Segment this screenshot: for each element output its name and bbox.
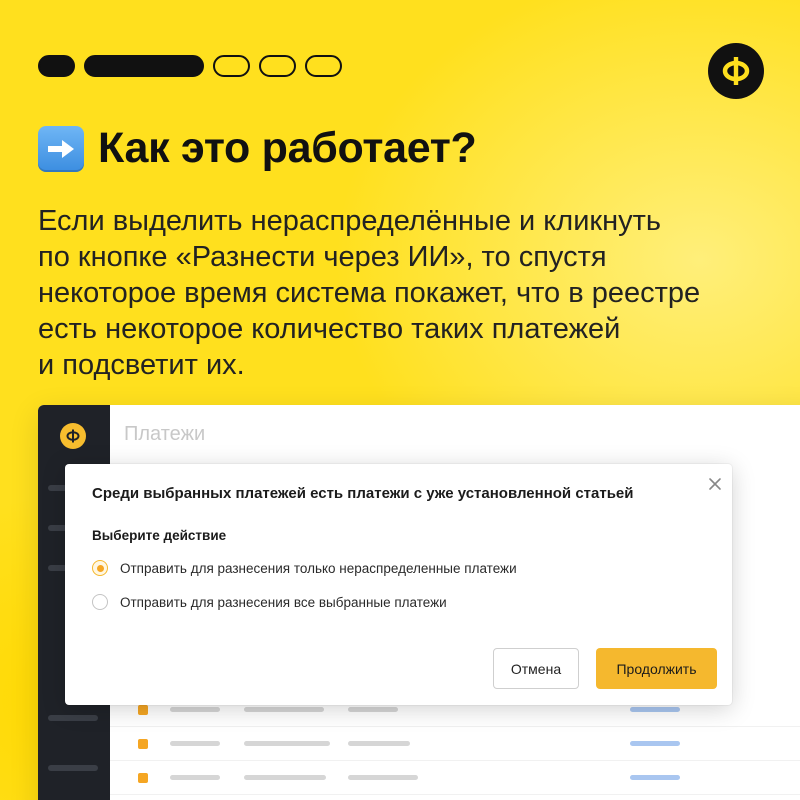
description-line: есть некоторое количество таких платежей — [38, 313, 621, 345]
continue-button[interactable]: Продолжить — [596, 648, 717, 689]
cell-counterparty — [348, 775, 418, 780]
cell-counterparty — [348, 741, 410, 746]
app-nav-item[interactable] — [48, 765, 98, 771]
app-nav-item[interactable] — [48, 715, 98, 721]
description-line: некоторое время система покажет, что в р… — [38, 277, 701, 309]
cell-date — [170, 707, 220, 712]
cell-type — [244, 707, 324, 712]
brand-logo-icon — [722, 57, 750, 85]
radio-unchecked-icon[interactable] — [92, 594, 108, 610]
dialog-title: Среди выбранных платежей есть платежи с … — [92, 485, 634, 502]
action-dialog: Среди выбранных платежей есть платежи с … — [65, 464, 732, 705]
option-label: Отправить для разнесения все выбранные п… — [120, 594, 447, 610]
status-icon — [138, 739, 148, 749]
radio-checked-icon[interactable] — [92, 560, 108, 576]
progress-step-3 — [213, 55, 250, 77]
app-logo-icon — [60, 423, 86, 449]
cell-date — [170, 775, 220, 780]
cell-link[interactable] — [630, 741, 680, 746]
description-line: и подсветит их. — [38, 349, 245, 381]
brand-logo — [708, 43, 764, 99]
option-all-selected[interactable]: Отправить для разнесения все выбранные п… — [92, 594, 447, 610]
status-icon — [138, 705, 148, 715]
table-row[interactable] — [110, 761, 800, 795]
cell-link[interactable] — [630, 775, 680, 780]
progress-step-1 — [38, 55, 75, 77]
cell-type — [244, 741, 330, 746]
heading: Как это работает? — [38, 124, 477, 173]
cell-counterparty — [348, 707, 398, 712]
progress-step-5 — [305, 55, 342, 77]
cell-type — [244, 775, 326, 780]
description-line: Если выделить нераспределённые и кликнут… — [38, 205, 662, 237]
slide-progress — [38, 55, 342, 77]
option-label: Отправить для разнесения только нераспре… — [120, 560, 517, 576]
status-icon — [138, 773, 148, 783]
close-icon[interactable] — [705, 474, 725, 494]
dialog-subtitle: Выберите действие — [92, 528, 227, 543]
page-title: Как это работает? — [98, 124, 477, 172]
description-line: по кнопке «Разнести через ИИ», то спустя — [38, 241, 607, 273]
cell-date — [170, 741, 220, 746]
right-arrow-icon — [38, 125, 84, 172]
table-row[interactable] — [110, 727, 800, 761]
cancel-button[interactable]: Отмена — [493, 648, 579, 689]
app-page-title: Платежи — [124, 423, 206, 445]
cell-link[interactable] — [630, 707, 680, 712]
progress-step-2 — [84, 55, 204, 77]
description: Если выделить нераспределённые и кликнут… — [38, 203, 778, 383]
progress-step-4 — [259, 55, 296, 77]
option-unallocated-only[interactable]: Отправить для разнесения только нераспре… — [92, 560, 517, 576]
